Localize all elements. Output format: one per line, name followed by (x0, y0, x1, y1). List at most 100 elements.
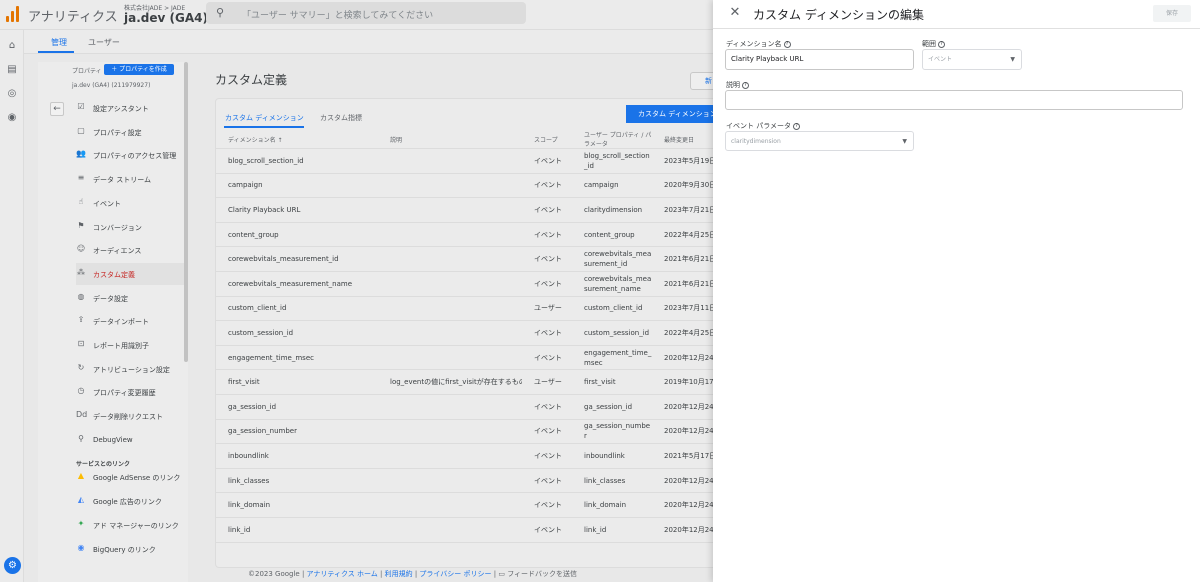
home-icon[interactable]: ⌂ (6, 40, 18, 52)
table-row[interactable]: corewebvitals_measurement_id イベント corewebv… (216, 246, 726, 272)
description-label: 説明? (726, 80, 749, 90)
left-rail: ⌂ ▤ ◎ ◉ (0, 30, 24, 582)
nav-item-label: プロパティ設定 (93, 128, 142, 137)
table-cell (378, 197, 522, 223)
nav-item-label: カスタム定義 (93, 270, 135, 279)
nav-item[interactable]: ▢ プロパティ設定 (76, 121, 186, 143)
table-cell: inboundlink (572, 443, 652, 469)
table-row[interactable]: campaign イベント campaign 2020年9月30日 (216, 173, 726, 199)
adsense-icon: ▲ (77, 471, 85, 480)
nav-item[interactable]: ◍ データ設定 (76, 287, 186, 309)
nav-item[interactable]: Dd データ削除リクエスト (76, 405, 186, 427)
property-selector[interactable]: ja.dev (GA4) ▾ (124, 11, 216, 25)
footer-link-home[interactable]: アナリティクス ホーム (307, 570, 378, 578)
create-property-button[interactable]: ＋ プロパティを作成 (104, 64, 174, 75)
help-icon[interactable]: ? (783, 40, 791, 48)
column-header[interactable]: ディメンション名 ↑ (216, 130, 378, 149)
nav-item[interactable]: 👥 プロパティのアクセス管理 (76, 144, 186, 166)
service-link-item[interactable]: ◭ Google 広告のリンク (76, 490, 186, 512)
footer-link-privacy[interactable]: プライバシー ポリシー (419, 570, 491, 578)
footer-copyright: ©2023 Google (248, 570, 300, 578)
nav-item[interactable]: ⚑ コンバージョン (76, 216, 186, 238)
table-row[interactable]: Clarity Playback URL イベント claritydimension… (216, 197, 726, 223)
property-icon: ▢ (77, 125, 85, 135)
footer-link-terms[interactable]: 利用規約 (385, 570, 413, 578)
nav-item[interactable]: ⚲ DebugView (76, 429, 186, 451)
table-cell: content_group (572, 222, 652, 248)
service-link-item[interactable]: ✦ アド マネージャーのリンク (76, 514, 186, 536)
nav-scrollbar[interactable] (184, 62, 188, 362)
nav-item[interactable]: ◷ プロパティ変更履歴 (76, 381, 186, 403)
save-button[interactable]: 保存 (1153, 5, 1191, 22)
reports-icon[interactable]: ▤ (6, 64, 18, 76)
table-row[interactable]: link_id イベント link_id 2020年12月24日 (216, 517, 726, 543)
upload-icon: ⇪ (77, 315, 85, 325)
create-custom-dimension-button[interactable]: カスタム ディメンション (626, 105, 726, 123)
table-row[interactable]: custom_session_id イベント custom_session_id 20… (216, 320, 726, 346)
table-row[interactable]: link_domain イベント link_domain 2020年12月24日 (216, 492, 726, 518)
audience-icon: ☺ (76, 244, 86, 254)
close-icon[interactable]: ✕ (727, 5, 743, 21)
tab-custom-dimensions[interactable]: カスタム ディメンション (225, 113, 304, 123)
table-cell (378, 246, 522, 272)
history-icon: ◷ (77, 386, 85, 396)
service-link-item[interactable]: ▲ Google AdSense のリンク (76, 466, 186, 488)
table-row[interactable]: blog_scroll_section_id イベント blog_scroll_se… (216, 148, 726, 174)
service-link-item[interactable]: ◉ BigQuery のリンク (76, 538, 186, 560)
nav-item[interactable]: ⊡ レポート用識別子 (76, 334, 186, 356)
help-icon[interactable]: ? (742, 81, 749, 89)
table-cell (378, 320, 522, 346)
nav-item[interactable]: ⁂ カスタム定義 (76, 262, 186, 285)
nav-item[interactable]: ≡ データ ストリーム (76, 168, 186, 190)
table-row[interactable]: content_group イベント content_group 2022年4月25日 (216, 222, 726, 248)
admin-gear-icon[interactable]: ⚙ (4, 557, 21, 574)
property-label: プロパティ (72, 68, 102, 75)
back-arrow-icon[interactable]: ← (50, 102, 64, 116)
table-row[interactable]: ga_session_number イベント ga_session_number 20… (216, 419, 726, 445)
table-row[interactable]: inboundlink イベント inboundlink 2021年5月17日 (216, 443, 726, 469)
dimension-name-input[interactable]: Clarity Playback URL (725, 49, 914, 70)
bigquery-icon: ◉ (77, 543, 85, 552)
explore-icon[interactable]: ◎ (6, 88, 18, 100)
help-icon[interactable]: ? (793, 122, 801, 130)
table-cell: イベント (522, 492, 572, 518)
table-row[interactable]: first_visit log_eventの値にfirst_visitが存在するも… (216, 369, 726, 395)
table-row[interactable]: ga_session_id イベント ga_session_id 2020年12月24… (216, 394, 726, 420)
table-row[interactable]: engagement_time_msec イベント engagement_time_… (216, 345, 726, 371)
tab-admin[interactable]: 管理 (51, 37, 67, 48)
description-input[interactable] (725, 90, 1183, 110)
footer-feedback[interactable]: フィードバックを送信 (507, 570, 577, 578)
tab-custom-metrics[interactable]: カスタム指標 (320, 113, 362, 123)
app-title: アナリティクス (28, 10, 118, 25)
nav-item[interactable]: ☺ オーディエンス (76, 239, 186, 261)
table-cell: ga_session_number (572, 419, 652, 445)
event-parameter-value: claritydimension (731, 138, 781, 145)
table-row[interactable]: custom_client_id ユーザー custom_client_id 2023… (216, 296, 726, 322)
table-cell: イベント (522, 320, 572, 346)
nav-item-label: データ ストリーム (93, 176, 152, 185)
table-cell: log_eventの値にfirst_visitが存在するもの (378, 369, 522, 395)
table-cell: link_id (216, 517, 378, 543)
table-row[interactable]: corewebvitals_measurement_name イベント corewe… (216, 271, 726, 297)
nav-item[interactable]: ⇪ データインポート (76, 310, 186, 332)
property-name: ja.dev (GA4) (124, 11, 208, 25)
table-cell: corewebvitals_measurement_id (572, 246, 652, 272)
event-parameter-select[interactable]: claritydimension ▼ (725, 131, 914, 151)
nav-item[interactable]: ↻ アトリビューション設定 (76, 358, 186, 380)
table-cell: link_classes (572, 468, 652, 494)
advertising-icon[interactable]: ◉ (6, 112, 18, 124)
table-cell: claritydimension (572, 197, 652, 223)
table-cell: イベント (522, 173, 572, 199)
tab-user[interactable]: ユーザー (88, 37, 120, 48)
nav-item[interactable]: ☑ 設定アシスタント (76, 97, 186, 119)
checklist-icon: ☑ (77, 102, 85, 111)
nav-item[interactable]: ☝ イベント (76, 192, 186, 214)
table-cell: イベント (522, 271, 572, 297)
table-row[interactable]: link_classes イベント link_classes 2020年12月24日 (216, 468, 726, 494)
debug-icon: ⚲ (78, 433, 84, 443)
help-icon[interactable]: ? (938, 40, 945, 48)
search-placeholder: 「ユーザー サマリー」と検索してみてください (242, 11, 434, 21)
search-input[interactable]: ⚲ 「ユーザー サマリー」と検索してみてください (206, 2, 526, 24)
table-cell: ユーザー (522, 369, 572, 395)
footer: ©2023 Google | アナリティクス ホーム | 利用規約 | プライバ… (248, 570, 578, 578)
